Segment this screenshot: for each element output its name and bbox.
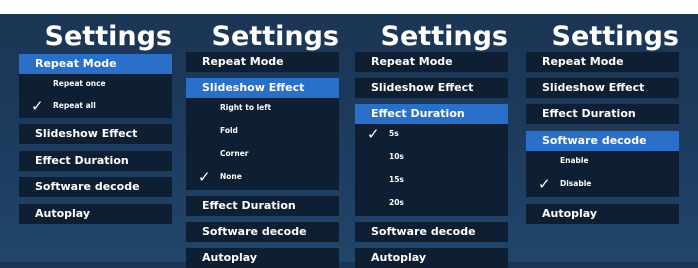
option-20s[interactable]: 20s [355, 193, 508, 217]
checkmark-icon: ✓ [367, 125, 380, 143]
menu-item-repeat-mode[interactable]: Repeat Mode [19, 54, 172, 74]
option-label: 5s [389, 129, 399, 138]
menu-item-autoplay[interactable]: Autoplay [355, 248, 508, 268]
option-label: 20s [389, 198, 404, 207]
settings-panel-effect-duration: Settings Repeat Mode Slideshow Effect Ef… [355, 14, 508, 268]
top-banner-strip [0, 0, 698, 14]
option-repeat-all[interactable]: ✓ Repeat all [19, 96, 172, 120]
menu-item-repeat-mode[interactable]: Repeat Mode [526, 52, 679, 72]
menu-item-effect-duration[interactable]: Effect Duration [526, 104, 679, 124]
menu-item-slideshow-effect[interactable]: Slideshow Effect [19, 124, 172, 144]
option-enable[interactable]: Enable [526, 151, 679, 175]
option-label: Repeat once [53, 79, 106, 88]
option-label: Corner [220, 149, 249, 158]
menu-item-slideshow-effect[interactable]: Slideshow Effect [186, 78, 339, 98]
panel-title: Settings [551, 21, 679, 52]
option-5s[interactable]: ✓ 5s [355, 124, 508, 148]
panel-title: Settings [380, 21, 508, 52]
option-10s[interactable]: 10s [355, 147, 508, 171]
checkmark-icon: ✓ [538, 175, 551, 193]
menu-item-autoplay[interactable]: Autoplay [526, 204, 679, 224]
checkmark-icon: ✓ [31, 97, 44, 115]
option-label: Right to left [220, 103, 272, 112]
settings-panel-slideshow-effect: Settings Repeat Mode Slideshow Effect Ri… [186, 14, 339, 268]
option-15s[interactable]: 15s [355, 170, 508, 194]
panel-title: Settings [44, 21, 172, 52]
software-decode-submenu: Enable ✓ Disable [526, 151, 679, 197]
menu-item-effect-duration[interactable]: Effect Duration [186, 196, 339, 216]
menu-item-slideshow-effect[interactable]: Slideshow Effect [355, 78, 508, 98]
option-none[interactable]: ✓ None [186, 167, 339, 191]
menu-item-effect-duration[interactable]: Effect Duration [355, 104, 508, 124]
option-label: Repeat all [53, 101, 96, 110]
option-label: 10s [389, 152, 404, 161]
option-label: Disable [560, 179, 592, 188]
option-corner[interactable]: Corner [186, 144, 339, 168]
repeat-mode-submenu: Repeat once ✓ Repeat all [19, 74, 172, 118]
checkmark-icon: ✓ [198, 168, 211, 186]
menu-item-repeat-mode[interactable]: Repeat Mode [186, 52, 339, 72]
menu-item-software-decode[interactable]: Software decode [355, 222, 508, 242]
option-label: 15s [389, 175, 404, 184]
menu-item-effect-duration[interactable]: Effect Duration [19, 151, 172, 171]
menu-item-autoplay[interactable]: Autoplay [186, 248, 339, 268]
option-disable[interactable]: ✓ Disable [526, 174, 679, 198]
option-label: Fold [220, 126, 238, 135]
settings-panel-software-decode: Settings Repeat Mode Slideshow Effect Ef… [526, 14, 679, 262]
menu-item-repeat-mode[interactable]: Repeat Mode [355, 52, 508, 72]
menu-item-software-decode[interactable]: Software decode [526, 131, 679, 151]
effect-duration-submenu: ✓ 5s 10s 15s 20s [355, 124, 508, 216]
option-right-to-left[interactable]: Right to left [186, 98, 339, 122]
option-label: Enable [560, 156, 589, 165]
slideshow-effect-submenu: Right to left Fold Corner ✓ None [186, 98, 339, 190]
menu-item-software-decode[interactable]: Software decode [186, 222, 339, 242]
settings-panel-repeat-mode: Settings Repeat Mode Repeat once ✓ Repea… [19, 14, 172, 262]
menu-item-autoplay[interactable]: Autoplay [19, 204, 172, 224]
option-fold[interactable]: Fold [186, 121, 339, 145]
option-repeat-once[interactable]: Repeat once [19, 74, 172, 98]
panel-title: Settings [211, 21, 339, 52]
option-label: None [220, 172, 242, 181]
menu-item-slideshow-effect[interactable]: Slideshow Effect [526, 78, 679, 98]
menu-item-software-decode[interactable]: Software decode [19, 177, 172, 197]
